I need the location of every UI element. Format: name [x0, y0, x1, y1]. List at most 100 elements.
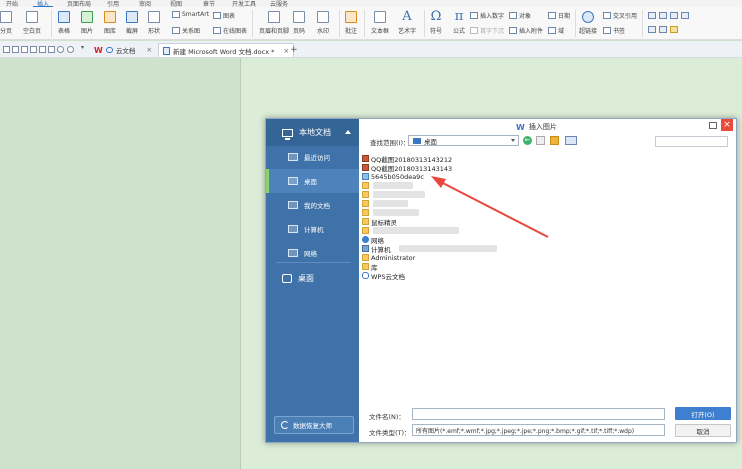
folder-icon — [362, 218, 369, 225]
symbol-button[interactable]: Ω 符号 — [430, 9, 442, 35]
redo-icon[interactable] — [67, 46, 74, 53]
bookmark-icon — [603, 27, 611, 34]
date-button[interactable]: 日期 — [548, 11, 570, 20]
library-folder-icon — [362, 263, 369, 270]
cancel-button[interactable]: 取消 — [675, 424, 731, 437]
insert-number-icon — [470, 12, 478, 19]
list-item[interactable] — [362, 199, 408, 208]
new-folder-icon[interactable] — [550, 136, 559, 145]
watermark-button[interactable]: 水印 — [317, 11, 329, 35]
wordart-icon: A — [402, 9, 412, 24]
monitor-icon — [282, 128, 293, 140]
up-folder-icon[interactable] — [536, 136, 545, 145]
back-arrow-icon[interactable]: ← — [523, 136, 532, 145]
smartart-icon — [172, 11, 180, 18]
textbox-button[interactable]: 文本框 — [371, 11, 389, 35]
insert-number-button[interactable]: 插入数字 — [470, 11, 504, 20]
filename-input[interactable] — [412, 408, 665, 420]
network-icon — [288, 249, 298, 257]
open-file-icon[interactable] — [12, 46, 19, 53]
object-button[interactable]: 对象 — [509, 11, 531, 20]
shapes-icon — [148, 11, 160, 23]
form-control-icon[interactable] — [659, 12, 667, 19]
form-control-icon[interactable] — [648, 26, 656, 33]
sidebar-item-my-documents[interactable]: 我的文档 — [266, 193, 359, 217]
header-footer-button[interactable]: 页眉和页脚 — [259, 11, 289, 35]
chevron-down-icon[interactable]: ▾ — [81, 44, 88, 51]
ribbon-divider — [252, 10, 253, 37]
list-item[interactable] — [362, 190, 425, 199]
page-break-button[interactable]: 分页 — [0, 11, 12, 35]
smartart-button[interactable]: SmartArt — [172, 11, 209, 18]
list-item[interactable]: 5645b050dea9c — [362, 172, 424, 181]
form-control-icon[interactable] — [670, 12, 678, 19]
relation-chart-button[interactable]: 关系图 — [172, 26, 200, 35]
shapes-button[interactable]: 形状 — [148, 11, 160, 35]
new-file-icon[interactable] — [3, 46, 10, 53]
tab-cloud-docs[interactable]: W 云文档 × — [90, 43, 156, 57]
sidebar-item-desktop[interactable]: 桌面 — [266, 169, 359, 193]
blank-page-button[interactable]: 空白页 — [23, 11, 41, 35]
list-item[interactable]: 计算机 — [362, 244, 497, 254]
close-icon[interactable]: × — [146, 46, 152, 54]
export-pdf-icon[interactable] — [48, 46, 55, 53]
computer-icon — [288, 225, 298, 233]
look-in-select[interactable]: 桌面 — [408, 135, 519, 146]
sidebar-header-local-docs[interactable]: 本地文档 — [266, 119, 359, 146]
tab-active-document[interactable]: 新建 Microsoft Word 文档.docx * × — [158, 43, 295, 57]
cross-reference-icon — [603, 12, 611, 19]
menu-bar: 开始 插入 页面布局 引用 审阅 视图 章节 开发工具 云服务 — [0, 0, 742, 8]
list-item[interactable]: Administrator — [362, 253, 415, 262]
open-button[interactable]: 打开(O) — [675, 407, 731, 420]
list-item[interactable]: QQ截图20180313143143 — [362, 163, 452, 173]
watermark-icon — [317, 11, 329, 23]
omega-icon: Ω — [430, 9, 442, 24]
formula-button[interactable]: π 公式 — [453, 10, 465, 35]
online-chart-button[interactable]: 在线图表 — [213, 26, 247, 35]
form-control-icon[interactable] — [681, 12, 689, 19]
picture-button[interactable]: 图片 — [81, 11, 93, 35]
table-button[interactable]: 表格 — [58, 11, 70, 35]
first-drop-button[interactable]: 首字下沉 — [470, 26, 504, 35]
filetype-label: 文件类型(T)： — [369, 429, 411, 437]
blank-page-icon — [26, 11, 38, 23]
screenshot-button[interactable]: 截屏 — [126, 11, 138, 35]
cross-reference-button[interactable]: 交叉引用 — [603, 11, 637, 20]
look-in-label: 查找范围(I)： — [370, 139, 410, 147]
undo-icon[interactable] — [57, 46, 64, 53]
maximize-icon[interactable] — [709, 122, 717, 129]
search-input[interactable] — [655, 136, 728, 147]
print-icon[interactable] — [30, 46, 37, 53]
wordart-button[interactable]: A 艺术字 — [398, 9, 416, 35]
chart-button[interactable]: 图表 — [213, 11, 235, 20]
network-icon — [362, 236, 369, 243]
list-item[interactable]: 鼠标精灵 — [362, 217, 397, 227]
filename-label: 文件名(N)： — [369, 413, 405, 421]
cloud-desktop-icon — [282, 273, 292, 283]
close-button[interactable]: × — [721, 119, 733, 131]
sidebar-item-cloud-desktop[interactable]: 桌面 — [266, 267, 359, 289]
sidebar-item-computer[interactable]: 计算机 — [266, 217, 359, 241]
image-file-icon — [362, 164, 369, 171]
list-item[interactable]: WPS云文档 — [362, 271, 405, 281]
field-button[interactable]: 域 — [548, 26, 564, 35]
gallery-button[interactable]: 图库 — [104, 11, 116, 35]
data-recovery-button[interactable]: 数据恢复大师 — [274, 416, 354, 434]
comment-button[interactable]: 批注 — [345, 11, 357, 35]
insert-attachment-button[interactable]: 插入附件 — [509, 26, 543, 35]
folder-icon — [362, 191, 369, 198]
lock-icon[interactable] — [670, 26, 678, 33]
view-menu-icon[interactable] — [565, 136, 577, 145]
add-tab-button[interactable]: + — [286, 43, 302, 57]
list-item[interactable] — [362, 181, 413, 190]
print-preview-icon[interactable] — [39, 46, 46, 53]
form-control-icon[interactable] — [659, 26, 667, 33]
bookmark-button[interactable]: 书签 — [603, 26, 625, 35]
page-number-button[interactable]: 页码 — [293, 11, 305, 35]
hyperlink-button[interactable]: 超链接 — [579, 11, 597, 35]
filetype-select[interactable]: 所有图片(*.emf;*.wmf;*.jpg;*.jpeg;*.jpe;*.pn… — [412, 424, 665, 436]
form-control-icon[interactable] — [648, 12, 656, 19]
sidebar-item-recent[interactable]: 最近访问 — [266, 145, 359, 169]
save-icon[interactable] — [21, 46, 28, 53]
word-doc-icon — [163, 46, 170, 55]
